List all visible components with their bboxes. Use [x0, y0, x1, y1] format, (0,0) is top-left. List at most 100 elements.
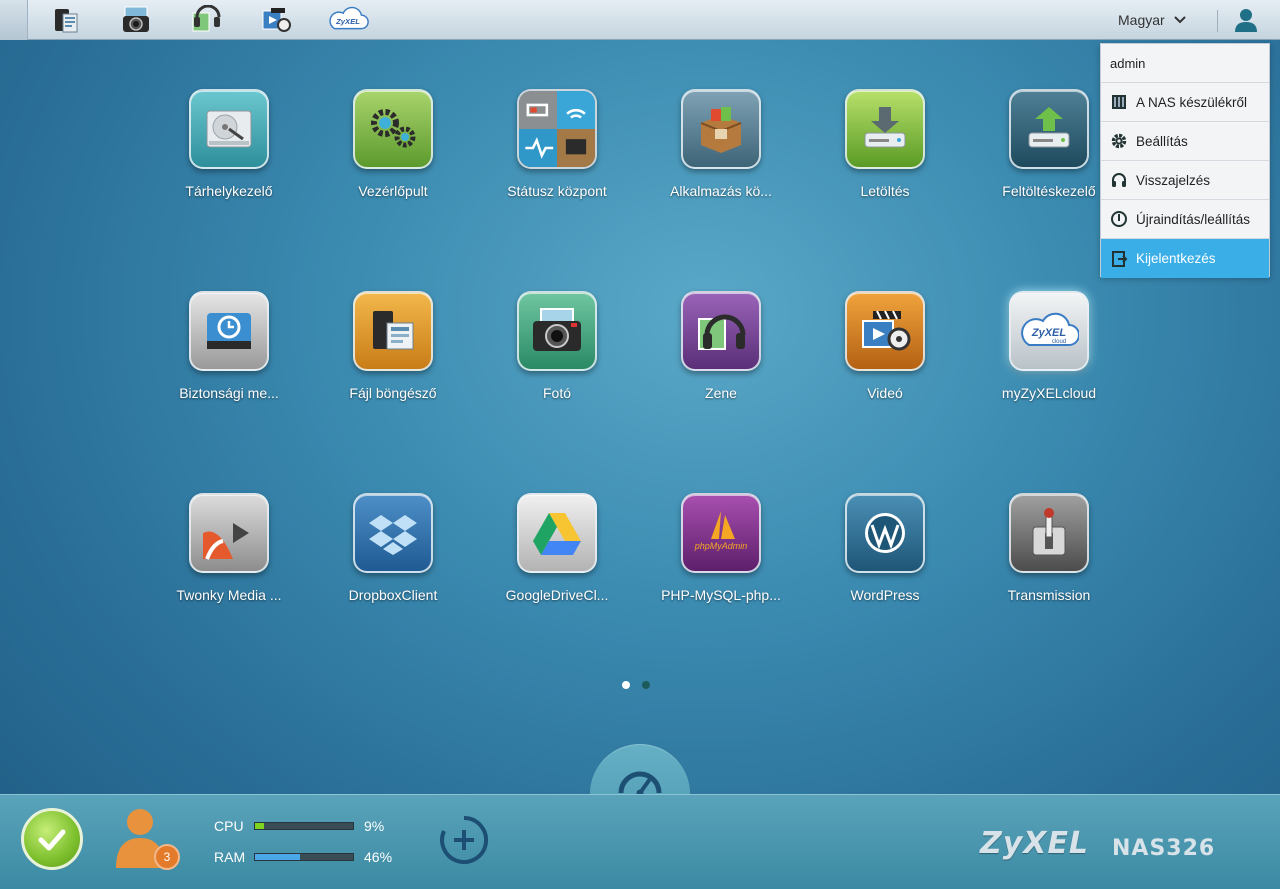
app-label: DropboxClient [348, 587, 438, 603]
menu-item-restart-shutdown[interactable]: Újraindítás/leállítás [1101, 200, 1269, 239]
menu-item-label: Visszajelzés [1136, 172, 1211, 188]
menu-item-settings[interactable]: Beállítás [1101, 122, 1269, 161]
menu-item-label: Beállítás [1136, 133, 1188, 149]
menu-item-feedback[interactable]: Visszajelzés [1101, 161, 1269, 200]
user-count-badge: 3 [154, 844, 180, 870]
online-users-indicator[interactable]: 3 [112, 806, 182, 872]
video-shortcut-icon[interactable] [254, 4, 298, 36]
upload-icon [1009, 89, 1089, 169]
menu-item-label: A NAS készülékről [1136, 94, 1248, 110]
check-icon [38, 829, 66, 851]
logout-icon [1112, 250, 1128, 267]
app-photo[interactable]: Fotó [482, 291, 632, 421]
app-label: Feltöltéskezelő [1002, 183, 1096, 199]
user-dropdown-menu: admin A NAS készülékről Beállítás Vissza… [1100, 43, 1270, 278]
app-label: Alkalmazás kö... [670, 183, 772, 199]
storage-manager-icon [189, 89, 269, 169]
google-drive-icon [517, 493, 597, 573]
cpu-bar-fill [255, 823, 264, 829]
menu-item-about-nas[interactable]: A NAS készülékről [1101, 83, 1269, 122]
user-menu-button[interactable] [1226, 0, 1266, 40]
music-shortcut-icon[interactable] [184, 4, 228, 36]
zyxel-badge-text: ZyXEL [1031, 327, 1067, 339]
gears-icon [353, 89, 433, 169]
app-video[interactable]: Videó [810, 291, 960, 421]
app-label: Státusz központ [507, 183, 607, 199]
cpu-value: 9% [364, 818, 385, 834]
plus-circle-icon [440, 815, 489, 864]
topbar-divider [1217, 10, 1218, 32]
app-twonky-media[interactable]: Twonky Media ... [154, 493, 304, 623]
dropbox-icon [353, 493, 433, 573]
phpmyadmin-icon: phpMyAdmin [681, 493, 761, 573]
file-browser-shortcut-icon[interactable] [44, 4, 88, 36]
app-myzyxelcloud[interactable]: ZyXEL cloud myZyXELcloud [974, 291, 1124, 421]
app-google-drive-client[interactable]: GoogleDriveCl... [482, 493, 632, 623]
speedometer-icon [618, 771, 662, 797]
menu-item-label: Kijelentkezés [1136, 251, 1216, 266]
app-download[interactable]: Letöltés [810, 89, 960, 219]
photo-shortcut-icon[interactable] [114, 4, 158, 36]
camera-icon [517, 291, 597, 371]
wordpress-icon [845, 493, 925, 573]
app-label: Vezérlőpult [358, 183, 428, 199]
app-backup[interactable]: Biztonsági me... [154, 291, 304, 421]
app-upload-manager[interactable]: Feltöltéskezelő [974, 89, 1124, 219]
app-label: Tárhelykezelő [185, 183, 273, 199]
desktop-toggle[interactable] [0, 0, 28, 40]
ram-value: 46% [364, 849, 393, 865]
language-label: Magyar [1118, 12, 1165, 28]
add-widget-button[interactable] [438, 814, 490, 866]
svg-text:ZyXEL: ZyXEL [335, 17, 360, 26]
app-label: Videó [867, 385, 903, 401]
system-status-indicator[interactable] [21, 808, 83, 870]
app-wordpress[interactable]: WordPress [810, 493, 960, 623]
app-label: Transmission [1007, 587, 1091, 603]
cpu-bar [254, 822, 354, 830]
ram-bar [254, 853, 354, 861]
app-label: GoogleDriveCl... [505, 587, 609, 603]
app-music[interactable]: Zene [646, 291, 796, 421]
zyxel-cloud-icon: ZyXEL cloud [1009, 291, 1089, 371]
ram-bar-fill [255, 854, 301, 860]
clapperboard-icon [845, 291, 925, 371]
ram-usage: RAM 46% [214, 847, 392, 867]
zyxel-cloud-shortcut-icon[interactable]: ZyXEL [324, 4, 372, 36]
menu-item-logout[interactable]: Kijelentkezés [1101, 239, 1269, 278]
brand-logo: ZyXEL [980, 826, 1090, 861]
page-dot-2[interactable] [642, 681, 650, 689]
cpu-usage: CPU 9% [214, 816, 384, 836]
cloud-badge-text: cloud [1052, 339, 1066, 345]
transmission-icon [1009, 493, 1089, 573]
app-dropbox-client[interactable]: DropboxClient [318, 493, 468, 623]
app-file-browser[interactable]: Fájl böngésző [318, 291, 468, 421]
app-label: PHP-MySQL-php... [661, 587, 781, 603]
app-status-center[interactable]: Státusz központ [482, 89, 632, 219]
app-storage-manager[interactable]: Tárhelykezelő [154, 89, 304, 219]
page-dot-1[interactable] [622, 681, 630, 689]
download-icon [845, 89, 925, 169]
chevron-down-icon [1173, 16, 1186, 24]
ram-label: RAM [214, 849, 246, 865]
user-icon [1235, 9, 1257, 32]
app-label: Biztonsági me... [179, 385, 279, 401]
top-bar: ZyXEL Magyar [0, 0, 1280, 40]
package-box-icon [681, 89, 761, 169]
language-selector[interactable]: Magyar [1118, 0, 1214, 40]
app-label: WordPress [850, 587, 920, 603]
app-control-panel[interactable]: Vezérlőpult [318, 89, 468, 219]
app-php-mysql-phpmyadmin[interactable]: phpMyAdmin PHP-MySQL-php... [646, 493, 796, 623]
app-label: Zene [705, 385, 737, 401]
status-center-icon [517, 89, 597, 169]
cpu-label: CPU [214, 818, 244, 834]
twonky-play-icon [189, 493, 269, 573]
file-browser-icon [353, 291, 433, 371]
dropdown-username: admin [1101, 44, 1269, 83]
app-application-center[interactable]: Alkalmazás kö... [646, 89, 796, 219]
app-label: Fotó [542, 385, 571, 401]
menu-item-label: Újraindítás/leállítás [1136, 211, 1251, 227]
app-transmission[interactable]: Transmission [974, 493, 1124, 623]
phpmyadmin-logo-text: phpMyAdmin [694, 541, 748, 551]
backup-clock-icon [189, 291, 269, 371]
app-label: myZyXELcloud [1001, 385, 1097, 401]
